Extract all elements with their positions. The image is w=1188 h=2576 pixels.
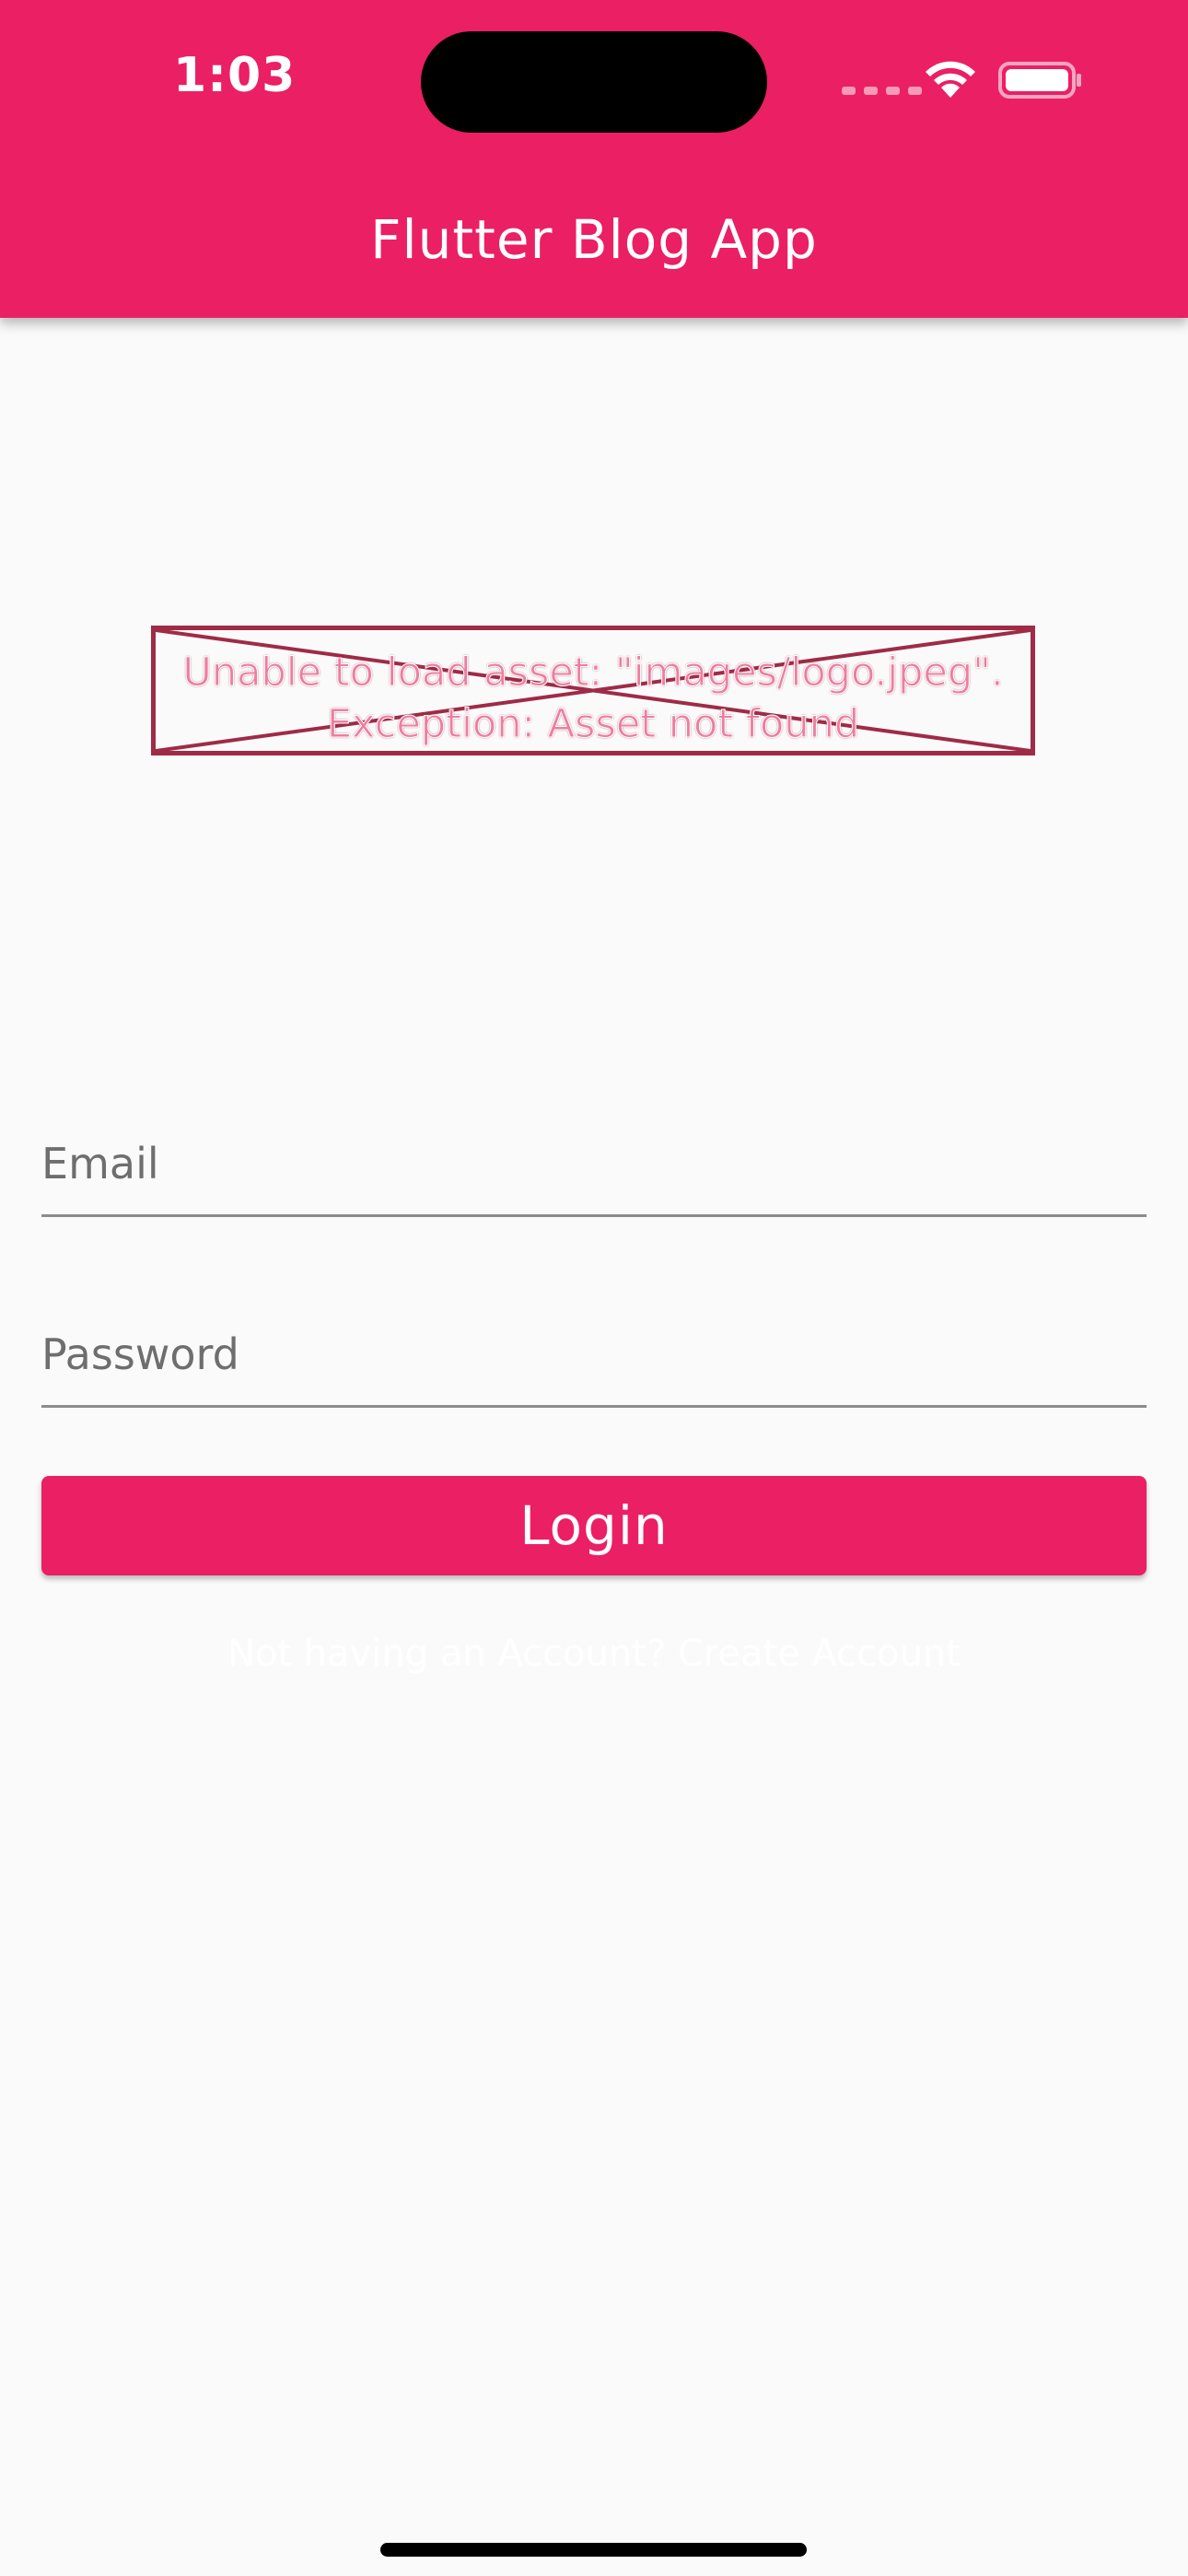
- home-indicator[interactable]: [380, 2543, 807, 2557]
- asset-error-line-1: Unable to load asset: "images/logo.jpeg"…: [182, 650, 1004, 697]
- email-input[interactable]: [41, 1113, 1147, 1214]
- app-title: Flutter Blog App: [370, 208, 818, 271]
- logo-image-error: Unable to load asset: "images/logo.jpeg"…: [151, 626, 1035, 755]
- asset-error-line-2: Exception: Asset not found: [326, 701, 860, 748]
- password-input[interactable]: [41, 1304, 1147, 1405]
- status-time: 1:03: [173, 48, 297, 103]
- password-field-container: [41, 1304, 1147, 1408]
- create-account-link[interactable]: Not having an Account? Create Account: [0, 1633, 1188, 1675]
- asset-error-message: Unable to load asset: "images/logo.jpeg"…: [156, 647, 1031, 750]
- cellular-signal-icon: [842, 87, 922, 95]
- login-button[interactable]: Login: [41, 1476, 1147, 1575]
- wifi-icon: [926, 61, 975, 98]
- app-bar: 1:03 Flutter Blog App: [0, 0, 1188, 318]
- dynamic-island: [421, 31, 767, 133]
- battery-icon: [998, 62, 1081, 99]
- email-field-container: [41, 1113, 1147, 1217]
